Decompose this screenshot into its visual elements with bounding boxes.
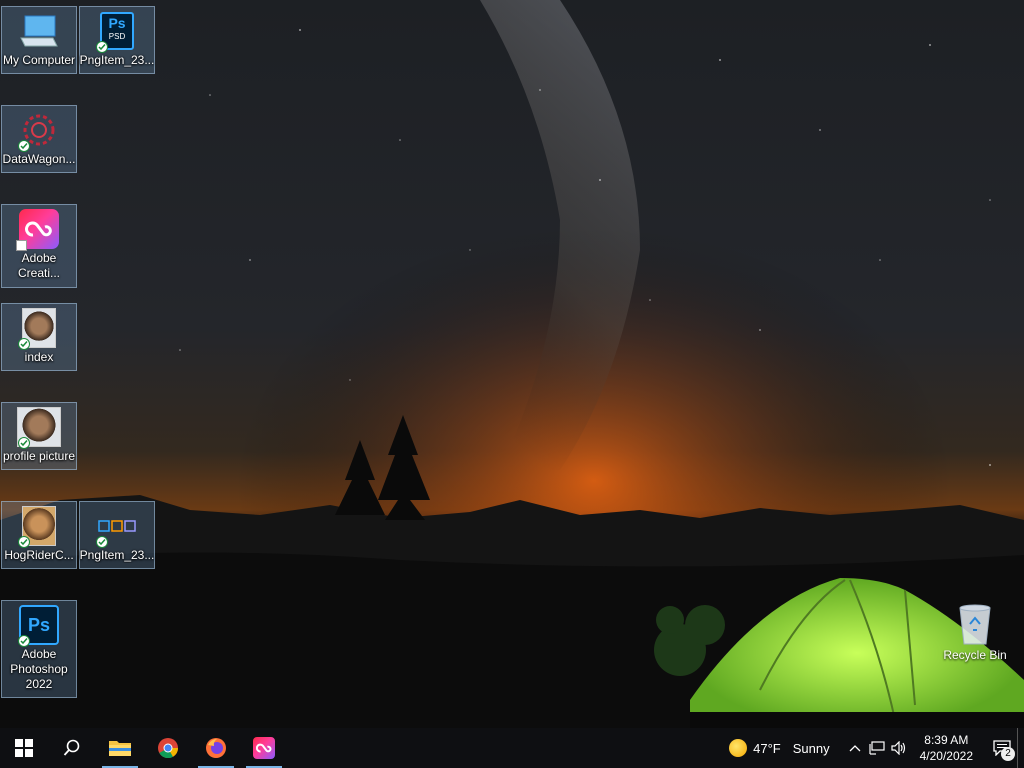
taskbar-creative-cloud[interactable] [240,728,288,768]
sun-icon [729,739,748,757]
image-thumbnail-icon [16,306,62,350]
desktop-icon-index[interactable]: index [1,303,77,371]
desktop-icon-label: Recycle Bin [943,648,1007,662]
system-tray: 47°F Sunny 8:39 AM 4/20/2022 2 [729,728,1024,768]
psd-file-icon: Ps PSD [94,9,140,53]
desktop-icon-adobe-photoshop[interactable]: Ps Adobe Photoshop 2022 [1,600,77,698]
network-button[interactable] [866,728,888,768]
taskbar-firefox[interactable] [192,728,240,768]
image-thumbnail-icon [16,504,62,548]
desktop-icon-label: profile picture [2,449,76,463]
desktop-icon-label: PngItem_23... [79,548,155,562]
desktop-icon-label: DataWagon... [2,152,76,166]
search-button[interactable] [48,728,96,768]
clock[interactable]: 8:39 AM 4/20/2022 [920,732,973,764]
desktop-icon-recycle-bin[interactable]: Recycle Bin [940,600,1010,662]
desktop-icon-label: PngItem_23... [79,53,155,67]
photoshop-icon: Ps [16,603,62,647]
desktop-icon-profile-picture[interactable]: profile picture [1,402,77,470]
sync-check-icon [96,41,108,53]
computer-icon [16,9,62,53]
sync-check-icon [96,536,108,548]
shortcut-arrow-icon [16,240,27,251]
desktop-icon-datawagon[interactable]: DataWagon... [1,105,77,173]
notification-count-badge: 2 [1001,747,1015,761]
creative-cloud-icon [16,207,62,251]
start-button[interactable] [0,728,48,768]
desktop-icon-label: Adobe Photoshop 2022 [10,647,68,691]
weather-temperature: 47°F [753,740,781,756]
taskbar-file-explorer[interactable] [96,728,144,768]
clock-date: 4/20/2022 [919,749,973,763]
taskbar-chrome[interactable] [144,728,192,768]
recycle-bin-icon [940,600,1010,648]
firefox-icon [206,738,226,758]
network-icon [869,741,885,755]
speaker-icon [891,741,905,755]
datawagon-logo-icon [16,108,62,152]
folder-icon [109,741,131,756]
show-desktop-button[interactable] [1017,728,1024,768]
volume-button[interactable] [888,728,910,768]
weather-condition: Sunny [792,740,830,756]
creative-cloud-icon [253,737,275,759]
taskbar: 47°F Sunny 8:39 AM 4/20/2022 2 [0,728,1024,768]
desktop-icon-label: index [24,350,54,364]
weather-widget[interactable]: 47°F Sunny [729,739,830,757]
chrome-icon [158,738,179,759]
image-thumbnail-icon [16,405,62,449]
action-center-button[interactable]: 2 [987,728,1017,768]
windows-logo-icon [15,739,33,757]
desktop-wallpaper [0,0,1024,728]
search-icon [63,739,80,756]
desktop-icon-pngitem-psd[interactable]: Ps PSD PngItem_23... [79,6,155,74]
desktop-icon-hogrider[interactable]: HogRiderC... [1,501,77,569]
desktop-icon-pngitem-image[interactable]: PngItem_23... [79,501,155,569]
sync-check-icon [18,437,30,449]
sync-check-icon [18,338,30,350]
sync-check-icon [18,635,30,647]
show-hidden-icons-button[interactable] [844,728,866,768]
desktop-icon-label: My Computer [2,53,76,67]
chevron-up-icon [849,745,861,752]
sync-check-icon [18,140,30,152]
desktop-icon-adobe-creative-cloud[interactable]: Adobe Creati... [1,204,77,288]
desktop-icon-my-computer[interactable]: My Computer [1,6,77,74]
desktop-icon-label: HogRiderC... [4,548,74,562]
desktop-icon-label: Adobe Creati... [17,251,60,280]
clock-time: 8:39 AM [924,733,969,747]
sync-check-icon [18,536,30,548]
image-thumbnail-icon [94,504,140,548]
